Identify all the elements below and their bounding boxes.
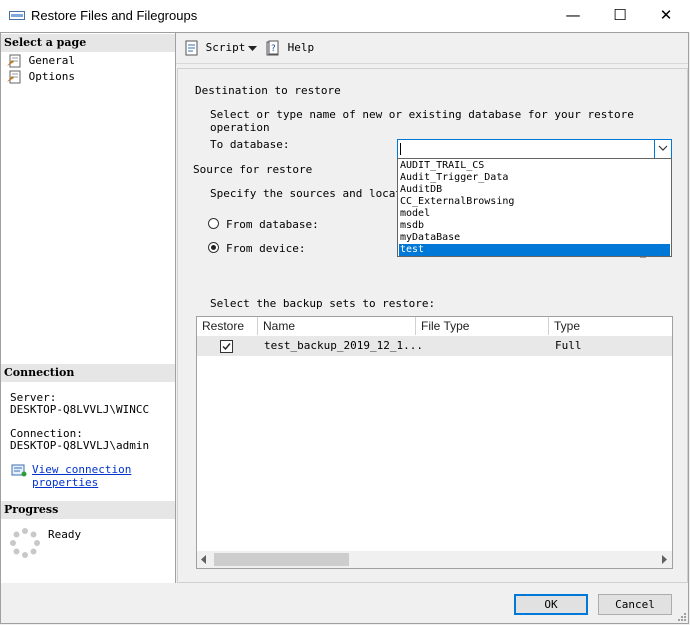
script-button[interactable]: Script [183,38,245,58]
page-wrench-icon [7,54,21,68]
svg-text:?: ? [271,44,276,54]
script-dropdown-arrow[interactable] [248,42,257,55]
script-label: Script [205,41,246,54]
column-header-restore[interactable]: Restore [197,317,258,335]
dropdown-option[interactable]: Audit_Trigger_Data [399,172,670,184]
column-header-name[interactable]: Name [258,317,416,335]
link-line-1: View connection [32,463,132,476]
from-database-radio[interactable] [208,218,219,229]
resize-grip-icon[interactable] [676,611,687,622]
column-header-file-type[interactable]: File Type [416,317,549,335]
text-caret [400,143,401,155]
dropdown-option[interactable]: CC_ExternalBrowsing [399,196,670,208]
page-wrench-icon [7,70,21,84]
chevron-down-icon [248,46,257,51]
checkmark-icon [222,343,231,351]
restore-checkbox[interactable] [220,340,233,353]
source-header: Source for restore [193,163,313,176]
page-item-general[interactable]: General [6,53,75,68]
server-value: DESKTOP-Q8LVVLJ\WINCC [10,403,150,416]
link-line-2: properties [32,476,99,489]
database-dropdown-list[interactable]: AUDIT_TRAIL_CS Audit_Trigger_Data AuditD… [397,158,672,257]
dropdown-option[interactable]: msdb [399,220,670,232]
scroll-left-icon[interactable] [200,555,208,564]
scroll-right-icon[interactable] [660,555,668,564]
dropdown-option[interactable]: myDataBase [399,232,670,244]
help-button[interactable]: ? Help [265,38,314,58]
to-database-dropdown-button[interactable] [654,140,671,158]
dropdown-option-selected[interactable]: test [399,244,670,256]
connection-value: DESKTOP-Q8LVVLJ\admin [10,439,150,452]
source-description: Specify the sources and locatio [210,187,416,200]
minimize-button[interactable]: — [550,0,596,32]
connection-properties-icon [11,464,27,477]
from-device-label: From device: [226,242,306,255]
view-connection-properties-link[interactable]: View connection properties [32,463,131,489]
help-book-icon: ? [266,40,279,56]
dropdown-option[interactable]: AuditDB [399,184,670,196]
page-item-options[interactable]: Options [6,69,75,84]
connection-header: Connection [1,364,175,382]
help-label: Help [287,41,315,54]
select-page-header: Select a page [1,34,175,52]
progress-header: Progress [1,501,175,519]
from-database-label: From database: [226,218,319,231]
dropdown-option[interactable]: AUDIT_TRAIL_CS [399,160,670,172]
cancel-button[interactable]: Cancel [598,594,672,615]
maximize-button[interactable]: ☐ [597,0,643,32]
scrollbar-thumb[interactable] [214,553,349,566]
destination-header: Destination to restore [195,84,341,97]
backup-name-cell: test_backup_2019_12_1... [264,339,423,352]
chevron-down-icon [658,145,668,151]
ok-button[interactable]: OK [514,594,588,615]
to-database-combobox[interactable] [397,139,672,159]
progress-status: Ready [48,528,82,541]
type-cell: Full [555,339,582,352]
close-button[interactable]: ✕ [643,0,689,32]
destination-description: Select or type name of new or existing d… [210,108,634,134]
backup-sets-label: Select the backup sets to restore: [210,297,436,310]
script-icon [185,40,198,56]
app-icon [9,11,25,20]
progress-spinner-icon [10,528,40,558]
page-item-label: General [28,54,75,67]
column-header-type[interactable]: Type [549,317,672,335]
dropdown-option[interactable]: model [399,208,670,220]
window-title: Restore Files and Filegroups [31,8,198,23]
page-item-label: Options [28,70,75,83]
to-database-label: To database: [210,138,290,151]
from-device-radio[interactable] [208,242,219,253]
